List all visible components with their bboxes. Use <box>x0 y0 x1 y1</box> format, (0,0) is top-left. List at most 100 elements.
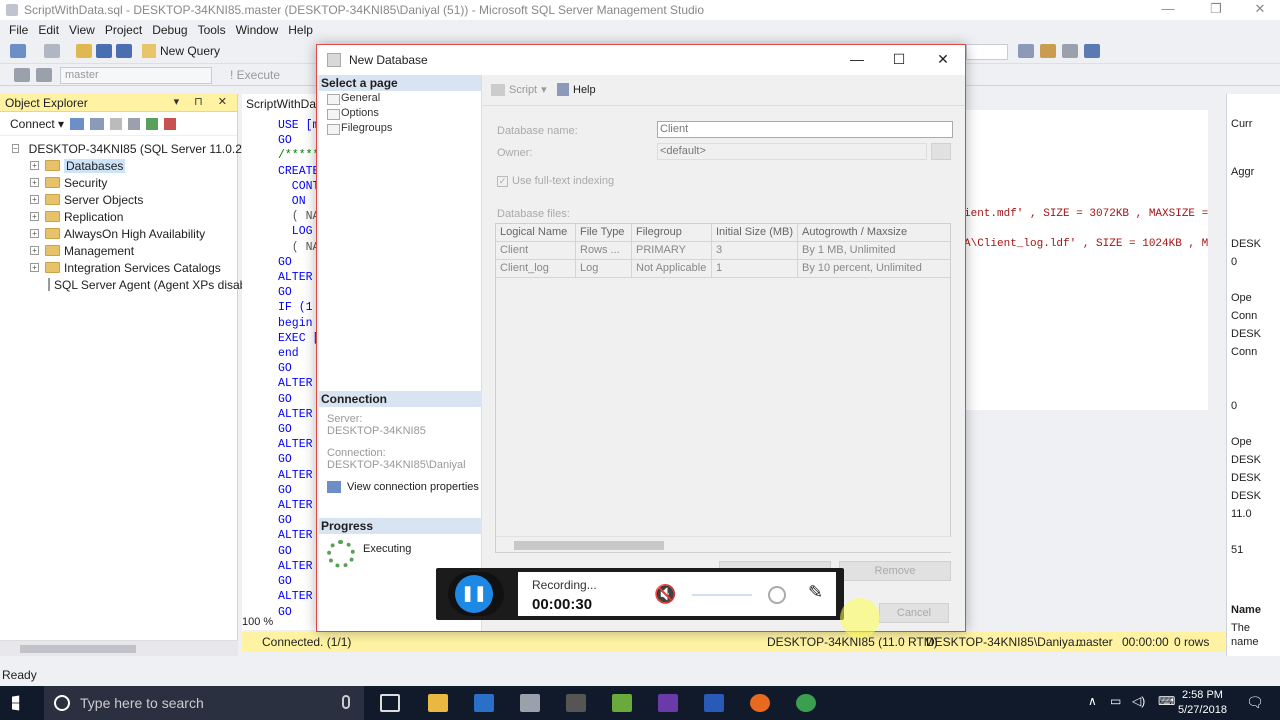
toolbar-options-icon[interactable] <box>1062 44 1078 58</box>
save-icon[interactable] <box>96 44 112 58</box>
expand-icon[interactable]: + <box>30 161 39 170</box>
new-project-icon[interactable] <box>10 44 26 58</box>
filter-icon[interactable] <box>128 117 141 130</box>
expand-icon[interactable]: + <box>30 195 39 204</box>
col-filegroup[interactable]: Filegroup <box>632 224 712 241</box>
remove-button[interactable]: Remove <box>839 561 951 581</box>
table-row[interactable]: Client_log Log Not Applicable 1 By 10 pe… <box>496 260 950 278</box>
query-editor[interactable]: USE [mGO/*****CREATE CONTA ON P ( NAME L… <box>242 114 318 628</box>
fulltext-checkbox[interactable]: ✓ Use full-text indexing <box>497 175 614 187</box>
menu-window[interactable]: Window <box>231 23 284 37</box>
menu-edit[interactable]: Edit <box>33 23 64 37</box>
database-name-input[interactable]: Client <box>657 121 953 138</box>
tab-script[interactable]: ScriptWithData <box>242 94 318 114</box>
col-initial-size[interactable]: Initial Size (MB) <box>712 224 798 241</box>
owner-input[interactable]: <default> <box>657 143 927 160</box>
col-logical-name[interactable]: Logical Name <box>496 224 576 241</box>
tree-node-integration-services[interactable]: + Integration Services Catalogs <box>0 259 237 276</box>
mute-icon[interactable]: 🔇 <box>654 584 676 605</box>
connect-icon[interactable] <box>14 68 30 82</box>
word-icon[interactable] <box>704 694 724 712</box>
col-autogrowth[interactable]: Autogrowth / Maxsize <box>798 224 948 241</box>
volume-icon[interactable]: ◁) <box>1132 694 1145 708</box>
battery-icon[interactable]: ▭ <box>1110 694 1121 708</box>
file-explorer-icon[interactable] <box>428 694 448 712</box>
keyboard-icon[interactable]: ⌨ <box>1158 694 1175 708</box>
taskbar-clock[interactable]: 2:58 PM 5/27/2018 <box>1178 688 1227 718</box>
taskbar-search-box[interactable]: Type here to search <box>44 686 364 720</box>
stop-icon[interactable] <box>110 117 123 130</box>
panel-pin-close-icons[interactable]: ▾ ⊓ ✕ <box>174 95 233 108</box>
maximize-button[interactable]: ❐ <box>1196 0 1236 20</box>
cancel-button[interactable]: Cancel <box>879 603 949 623</box>
activity-monitor-icon[interactable] <box>164 117 177 130</box>
new-query-button[interactable]: New Query <box>142 44 220 58</box>
disconnect-server-icon[interactable] <box>90 117 105 130</box>
editor-vertical-scrollbar[interactable] <box>1208 114 1224 614</box>
refresh-icon[interactable] <box>146 117 159 130</box>
search-app-icon[interactable] <box>474 694 494 712</box>
volume-slider[interactable] <box>692 594 752 596</box>
tree-node-management[interactable]: + Management <box>0 242 237 259</box>
tree-node-databases[interactable]: + Databases <box>0 157 237 174</box>
visual-studio-icon[interactable] <box>658 694 678 712</box>
connect-server-icon[interactable] <box>70 117 85 130</box>
tray-chevron-icon[interactable]: ∧ <box>1088 694 1097 708</box>
owner-browse-button[interactable] <box>931 143 951 160</box>
expand-icon[interactable]: + <box>30 212 39 221</box>
tree-node-sql-agent[interactable]: SQL Server Agent (Agent XPs disab <box>0 276 246 293</box>
tree-node-security[interactable]: + Security <box>0 174 237 191</box>
tree-node-alwayson[interactable]: + AlwaysOn High Availability <box>0 225 237 242</box>
pause-button[interactable]: ❚❚ <box>448 572 504 616</box>
solution-config-combo[interactable] <box>966 44 1008 60</box>
menu-view[interactable]: View <box>64 23 100 37</box>
object-explorer-scrollbar[interactable] <box>0 640 238 656</box>
toolbar-props-icon[interactable] <box>1040 44 1056 58</box>
start-icon[interactable] <box>12 695 20 711</box>
microphone-icon[interactable] <box>342 695 350 709</box>
grid-scrollbar-thumb[interactable] <box>514 541 664 550</box>
expand-icon[interactable]: + <box>30 178 39 187</box>
zoom-level[interactable]: 100 % <box>242 616 318 630</box>
expand-icon[interactable]: + <box>30 246 39 255</box>
scrollbar-thumb[interactable] <box>20 645 136 653</box>
page-filegroups[interactable]: Filegroups <box>319 121 481 136</box>
menu-debug[interactable]: Debug <box>147 23 192 37</box>
task-view-icon[interactable] <box>380 694 400 712</box>
page-general[interactable]: General <box>319 91 481 106</box>
tree-node-server[interactable]: − DESKTOP-34KNI85 (SQL Server 11.0.21 <box>0 140 249 157</box>
tree-node-replication[interactable]: + Replication <box>0 208 237 225</box>
menu-project[interactable]: Project <box>100 23 147 37</box>
col-file-type[interactable]: File Type <box>576 224 632 241</box>
script-button[interactable]: Script ▾ <box>491 83 547 96</box>
menu-help[interactable]: Help <box>283 23 318 37</box>
notepad-taskbar-icon[interactable] <box>612 694 632 712</box>
page-options[interactable]: Options <box>319 106 481 121</box>
close-button[interactable]: ✕ <box>1240 0 1280 20</box>
disconnect-icon[interactable] <box>36 68 52 82</box>
menu-file[interactable]: File <box>4 23 33 37</box>
expand-icon[interactable]: + <box>30 229 39 238</box>
dialog-minimize-button[interactable]: — <box>847 51 867 67</box>
notifications-icon[interactable]: 🗨 <box>1246 694 1264 711</box>
pen-icon[interactable]: ✎ <box>808 582 823 603</box>
toolbar-tools-icon[interactable] <box>1018 44 1034 58</box>
help-button[interactable]: Help <box>557 83 596 96</box>
expand-icon[interactable]: + <box>30 263 39 272</box>
dialog-maximize-button[interactable]: ☐ <box>889 51 909 68</box>
console-taskbar-icon[interactable] <box>566 694 586 712</box>
open-file-icon[interactable] <box>76 44 92 58</box>
save-all-icon[interactable] <box>116 44 132 58</box>
tree-node-server-objects[interactable]: + Server Objects <box>0 191 237 208</box>
collapse-icon[interactable]: − <box>12 144 19 153</box>
toolbar-window-icon[interactable] <box>1084 44 1100 58</box>
execute-button[interactable]: ! Execute <box>230 68 280 82</box>
minimize-button[interactable]: — <box>1148 0 1188 20</box>
ssms-taskbar-icon[interactable] <box>520 694 540 712</box>
connect-dropdown[interactable]: Connect ▾ <box>10 117 64 131</box>
database-select[interactable]: master <box>60 67 212 84</box>
view-connection-properties-link[interactable]: View connection properties <box>319 481 482 493</box>
menu-tools[interactable]: Tools <box>193 23 231 37</box>
webcam-icon[interactable] <box>768 586 786 604</box>
grid-scrollbar[interactable] <box>496 536 952 552</box>
